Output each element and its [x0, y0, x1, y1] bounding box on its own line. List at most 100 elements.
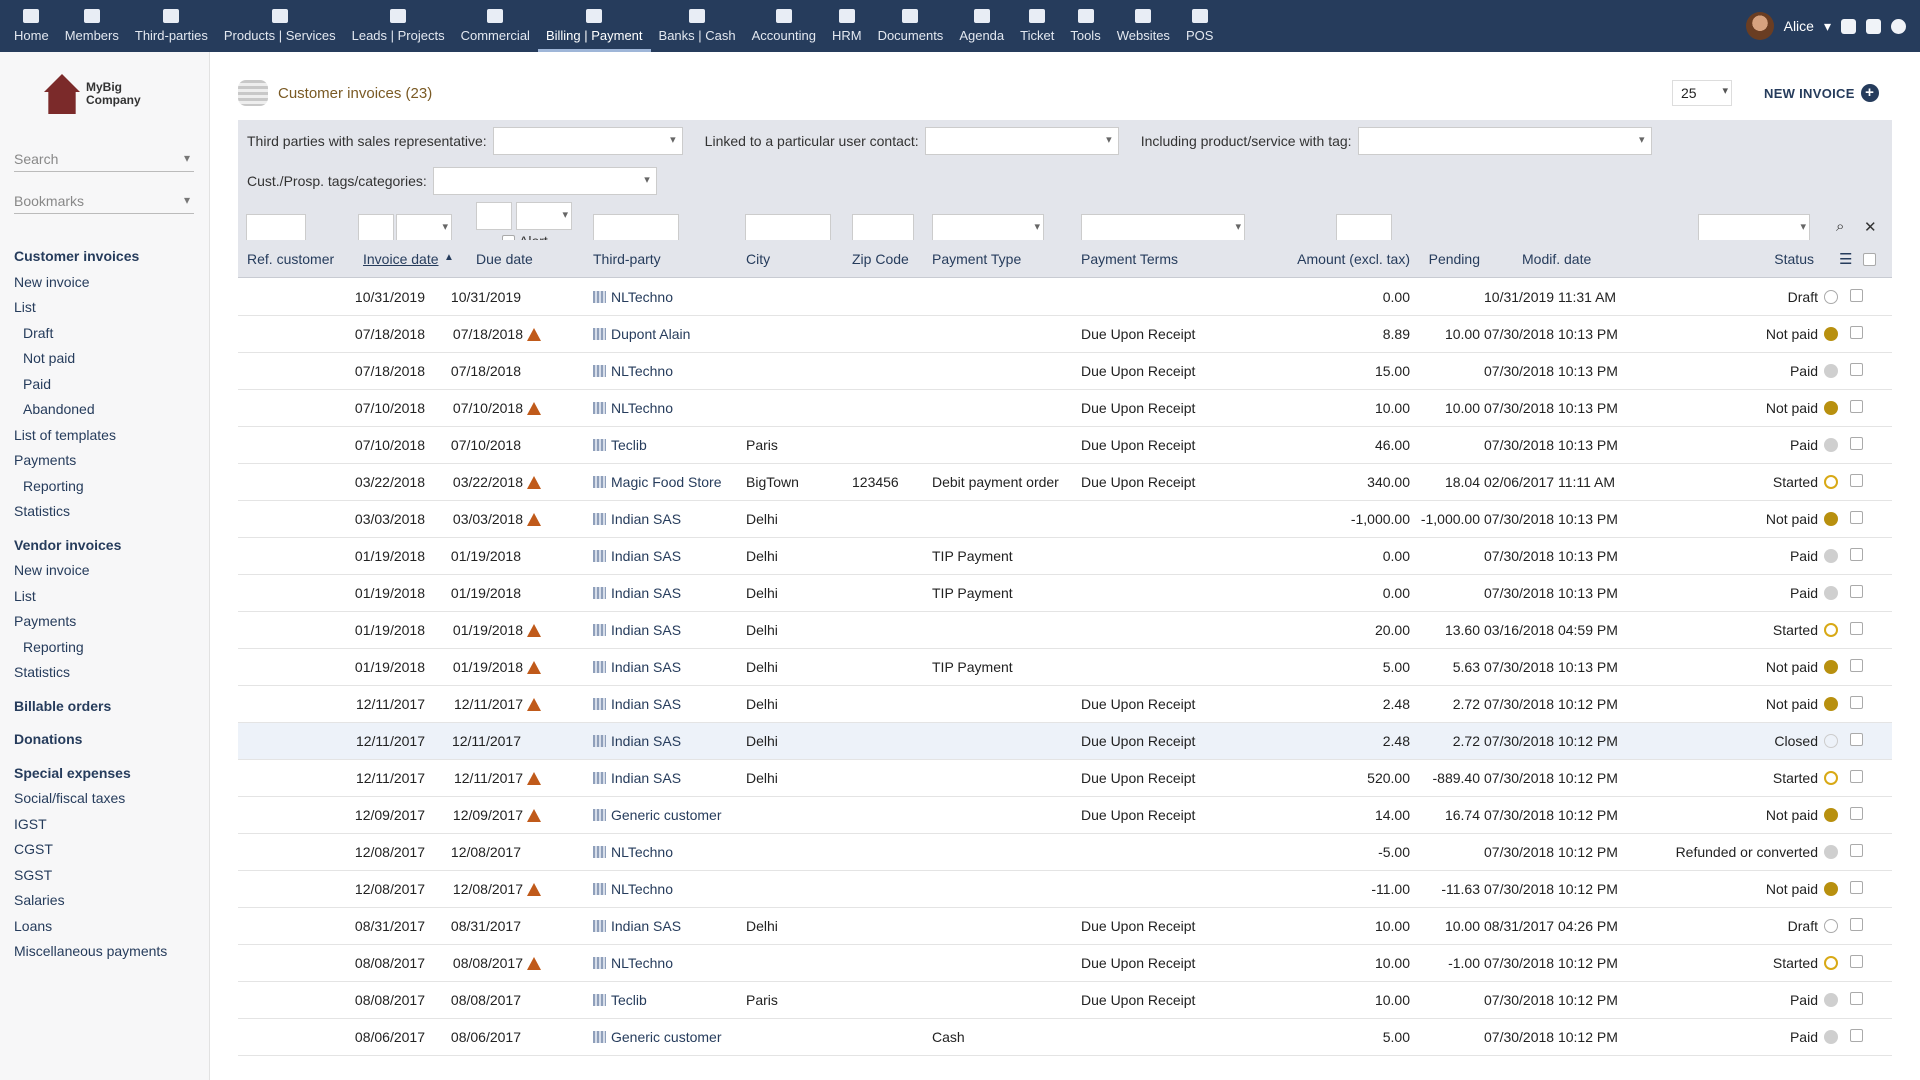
third-party-link[interactable]: Indian SAS [593, 696, 681, 712]
bookmarks-select[interactable]: Bookmarks [14, 190, 194, 214]
topmenu-item-documents[interactable]: Documents [870, 0, 952, 52]
row-checkbox[interactable] [1850, 511, 1863, 524]
row-checkbox[interactable] [1850, 733, 1863, 746]
third-party-link[interactable]: Magic Food Store [593, 474, 722, 490]
search-select[interactable]: Search [14, 148, 194, 172]
col-ref-customer[interactable]: Ref. customer [247, 251, 334, 267]
row-checkbox[interactable] [1850, 696, 1863, 709]
list-columns-icon[interactable]: ☰ [1839, 250, 1852, 268]
sidebar-item-statistics[interactable]: Statistics [14, 660, 204, 686]
sidebar-item-vendor-invoices[interactable]: Vendor invoices [14, 533, 204, 559]
filter-city[interactable] [745, 214, 831, 242]
third-party-link[interactable]: NLTechno [593, 844, 673, 860]
sidebar-item-reporting[interactable]: Reporting [14, 474, 204, 500]
row-checkbox[interactable] [1850, 474, 1863, 487]
cust-tags-select[interactable] [432, 167, 657, 195]
third-party-link[interactable]: Indian SAS [593, 659, 681, 675]
topmenu-item-accounting[interactable]: Accounting [744, 0, 824, 52]
col-invoice-date[interactable]: Invoice date [363, 251, 439, 267]
col-zip[interactable]: Zip Code [852, 251, 909, 267]
sidebar-item-paid[interactable]: Paid [14, 372, 204, 398]
topmenu-item-tools[interactable]: Tools [1062, 0, 1108, 52]
sidebar-item-special-expenses[interactable]: Special expenses [14, 761, 204, 787]
sort-asc-icon[interactable]: ▲ [444, 252, 454, 263]
sidebar-item-miscellaneous-payments[interactable]: Miscellaneous payments [14, 939, 204, 965]
select-all-checkbox[interactable] [1863, 253, 1876, 266]
sidebar-item-donations[interactable]: Donations [14, 727, 204, 753]
row-checkbox[interactable] [1850, 770, 1863, 783]
filter-payment-terms[interactable] [1081, 214, 1245, 242]
third-party-link[interactable]: Indian SAS [593, 511, 681, 527]
user-name[interactable]: Alice [1784, 18, 1814, 34]
sidebar-item-draft[interactable]: Draft [14, 321, 204, 347]
topmenu-item-members[interactable]: Members [57, 0, 127, 52]
row-checkbox[interactable] [1850, 807, 1863, 820]
sidebar-item-not-paid[interactable]: Not paid [14, 346, 204, 372]
filter-ref-customer[interactable] [246, 214, 306, 242]
company-logo[interactable]: MyBig Company [44, 74, 141, 114]
sidebar-item-payments[interactable]: Payments [14, 448, 204, 474]
filter-zip[interactable] [852, 214, 914, 242]
page-limit-select[interactable]: 25 [1672, 80, 1732, 106]
sidebar-item-loans[interactable]: Loans [14, 914, 204, 940]
bug-icon[interactable] [1841, 18, 1856, 34]
product-tag-select[interactable] [1357, 127, 1652, 155]
close-icon[interactable]: ✕ [1864, 218, 1877, 236]
filter-due-month[interactable] [516, 202, 572, 230]
row-checkbox[interactable] [1850, 844, 1863, 857]
row-checkbox[interactable] [1850, 955, 1863, 968]
sidebar-item-customer-invoices[interactable]: Customer invoices [14, 244, 204, 270]
third-party-link[interactable]: Teclib [593, 437, 647, 453]
sidebar-item-abandoned[interactable]: Abandoned [14, 397, 204, 423]
row-checkbox[interactable] [1850, 400, 1863, 413]
search-icon[interactable]: ⌕ [1836, 218, 1844, 235]
sidebar-item-list[interactable]: List [14, 295, 204, 321]
third-party-link[interactable]: NLTechno [593, 289, 673, 305]
filter-invoice-month[interactable] [396, 214, 452, 242]
col-payment-terms[interactable]: Payment Terms [1081, 251, 1178, 267]
row-checkbox[interactable] [1850, 992, 1863, 1005]
user-avatar[interactable] [1745, 12, 1774, 40]
filter-due-day[interactable] [476, 202, 512, 230]
col-due-date[interactable]: Due date [476, 251, 533, 267]
row-checkbox[interactable] [1850, 659, 1863, 672]
row-checkbox[interactable] [1850, 437, 1863, 450]
third-party-link[interactable]: Indian SAS [593, 548, 681, 564]
third-party-link[interactable]: Indian SAS [593, 733, 681, 749]
row-checkbox[interactable] [1850, 585, 1863, 598]
col-third-party[interactable]: Third-party [593, 251, 661, 267]
sidebar-item-new-invoice[interactable]: New invoice [14, 558, 204, 584]
chevron-down-icon[interactable]: ▾ [1824, 18, 1831, 35]
filter-payment-type[interactable] [932, 214, 1044, 242]
user-contact-select[interactable] [924, 127, 1119, 155]
topmenu-item-commercial[interactable]: Commercial [453, 0, 538, 52]
sidebar-item-billable-orders[interactable]: Billable orders [14, 694, 204, 720]
row-checkbox[interactable] [1850, 622, 1863, 635]
filter-status[interactable] [1698, 214, 1810, 242]
topmenu-item-third-parties[interactable]: Third-parties [127, 0, 216, 52]
new-invoice-button[interactable]: NEW INVOICE + [1764, 84, 1879, 102]
col-pending[interactable]: Pending [1410, 251, 1480, 267]
sidebar-item-statistics[interactable]: Statistics [14, 499, 204, 525]
sidebar-item-salaries[interactable]: Salaries [14, 888, 204, 914]
sidebar-item-new-invoice[interactable]: New invoice [14, 270, 204, 296]
print-icon[interactable] [1866, 18, 1881, 34]
col-city[interactable]: City [746, 251, 770, 267]
third-party-link[interactable]: Indian SAS [593, 770, 681, 786]
topmenu-item-agenda[interactable]: Agenda [951, 0, 1012, 52]
sidebar-item-social-fiscal-taxes[interactable]: Social/fiscal taxes [14, 786, 204, 812]
topmenu-item-banks-cash[interactable]: Banks | Cash [651, 0, 744, 52]
filter-amount[interactable] [1336, 214, 1392, 242]
topmenu-item-ticket[interactable]: Ticket [1012, 0, 1062, 52]
third-party-link[interactable]: Generic customer [593, 807, 721, 823]
topmenu-item-websites[interactable]: Websites [1109, 0, 1178, 52]
col-status[interactable]: Status [1700, 251, 1814, 267]
third-party-link[interactable]: NLTechno [593, 955, 673, 971]
topmenu-item-billing-payment[interactable]: Billing | Payment [537, 0, 651, 52]
col-modif-date[interactable]: Modif. date [1522, 251, 1591, 267]
row-checkbox[interactable] [1850, 326, 1863, 339]
topmenu-item-pos[interactable]: POS [1178, 0, 1221, 52]
topmenu-item-products-services[interactable]: Products | Services [216, 0, 344, 52]
filter-third-party[interactable] [593, 214, 679, 242]
row-checkbox[interactable] [1850, 918, 1863, 931]
